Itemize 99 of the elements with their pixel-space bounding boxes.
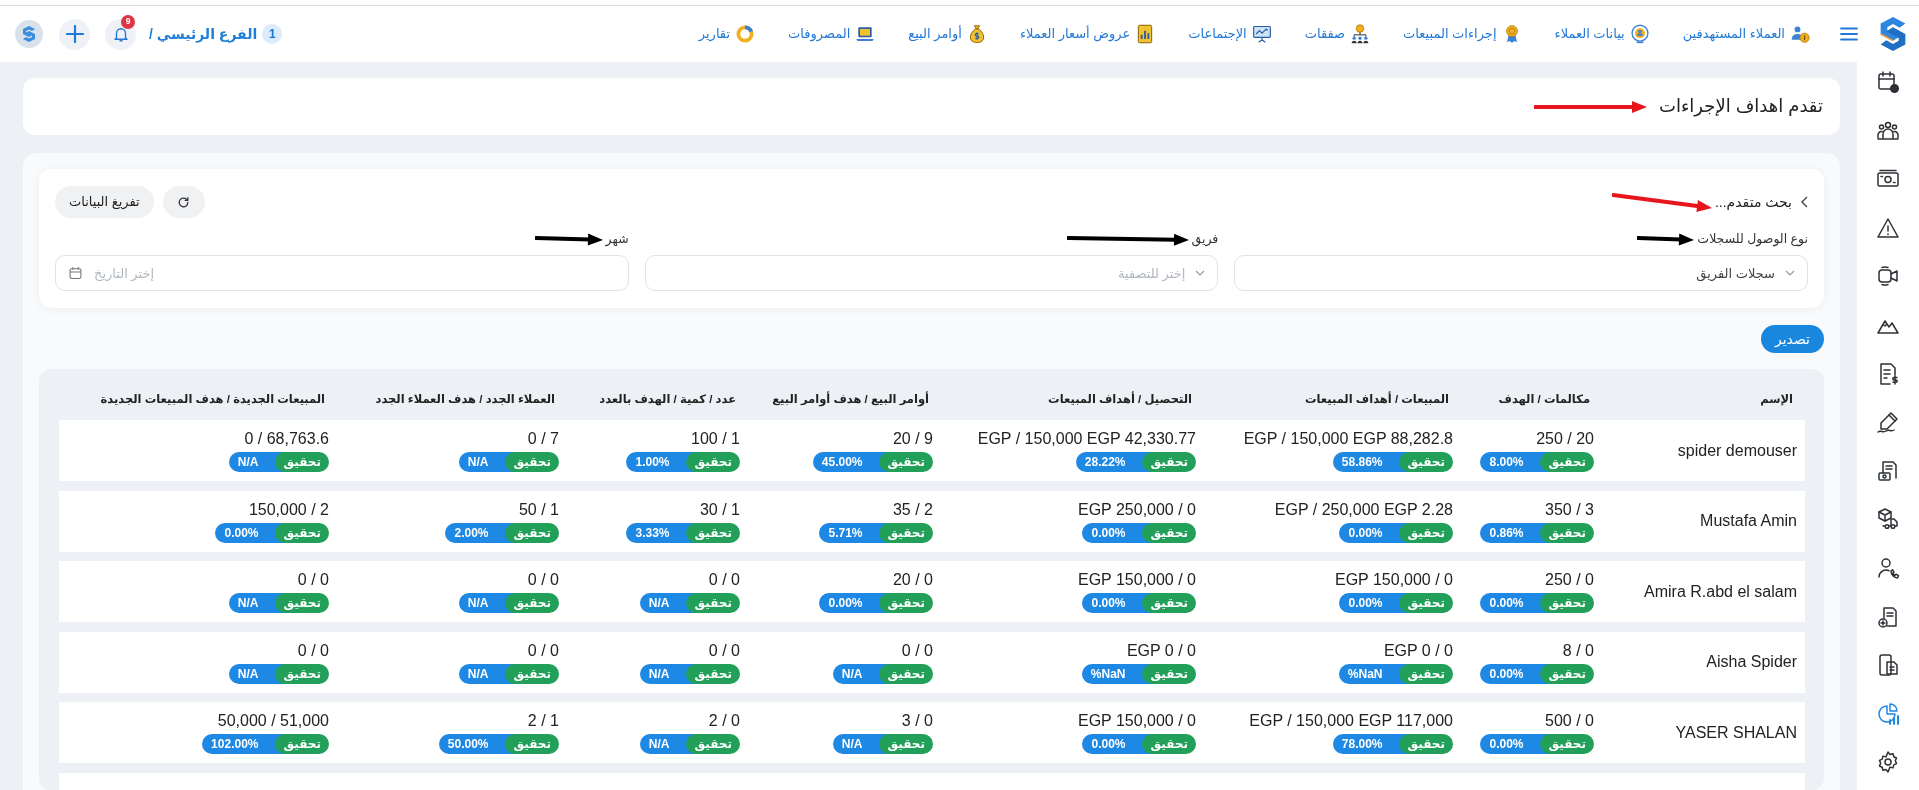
page-title: تقدم اهداف الإجراءات bbox=[1658, 95, 1823, 119]
chevron-down-icon bbox=[1785, 270, 1795, 276]
add-button[interactable] bbox=[59, 18, 90, 50]
document-add-icon[interactable] bbox=[1876, 604, 1900, 629]
cell-value: 350 / 3 bbox=[1545, 499, 1594, 520]
laptop-icon bbox=[855, 24, 876, 44]
cell-value: EGP / 150,000 EGP 42,330.77 bbox=[977, 429, 1196, 449]
select-field[interactable]: سجلات الفريق bbox=[1234, 255, 1808, 291]
cell-value: 500 / 0 bbox=[1545, 711, 1594, 731]
calendar-icon bbox=[69, 266, 82, 280]
nav-link[interactable]: تقارير bbox=[698, 24, 731, 44]
cell-value: 0 / 0 bbox=[527, 640, 559, 661]
cell-value: 250 / 20 bbox=[1536, 429, 1594, 449]
cell-value: 0 / 0 bbox=[297, 640, 329, 661]
cell-value: 0 / 0 bbox=[708, 570, 740, 590]
refresh-button[interactable] bbox=[162, 186, 205, 218]
cell-value: 20 / 9 bbox=[892, 429, 933, 449]
column-header: أوامر البيع / هدف أوامر البيع bbox=[772, 390, 929, 409]
team-coin-icon bbox=[1350, 24, 1371, 44]
cell-value: 100 / 1 bbox=[691, 429, 740, 449]
nav-link[interactable]: أوامر البيع bbox=[908, 24, 962, 44]
column-header: المبيعات / أهداف المبيعات bbox=[1304, 390, 1449, 407]
video-icon[interactable] bbox=[1876, 264, 1900, 289]
chevron-down-icon bbox=[1195, 270, 1206, 276]
cell-value: EGP 150,000 / 0 bbox=[1078, 570, 1196, 590]
menu-icon[interactable] bbox=[1840, 27, 1858, 41]
user-coin-icon bbox=[1790, 24, 1810, 44]
branch-count-badge: 1 bbox=[262, 24, 283, 44]
notification-badge: 9 bbox=[121, 14, 135, 29]
date-field[interactable]: إختر التاريخ bbox=[55, 255, 629, 291]
cell-value: 50,000 / 51,000 bbox=[217, 711, 329, 731]
column-header: عدد / كمية / الهدف بالعدد bbox=[599, 391, 736, 408]
branch-selector[interactable]: الفرع الرئيسي / bbox=[149, 23, 258, 45]
person-name: YASER SHALAN bbox=[1675, 722, 1797, 743]
person-name: Mustafa Amin bbox=[1700, 511, 1797, 531]
nav-link[interactable]: صفقات bbox=[1304, 24, 1346, 44]
chevron-left-icon[interactable] bbox=[1800, 196, 1808, 208]
cell-value: EGP 150,000 / 0 bbox=[1335, 570, 1453, 590]
donut-chart-icon bbox=[735, 24, 756, 44]
cell-value: EGP 150,000 / 0 bbox=[1078, 711, 1196, 731]
cell-value: EGP 0 / 0 bbox=[1383, 640, 1453, 661]
cell-value: EGP / 150,000 EGP 117,000 bbox=[1249, 711, 1453, 731]
column-header: التحصيل / أهداف المبيعات bbox=[1048, 390, 1192, 407]
advanced-search-toggle[interactable]: بحث متقدم... bbox=[1714, 191, 1792, 213]
chart-icon[interactable] bbox=[1876, 701, 1900, 726]
export-button[interactable]: تصدير bbox=[1761, 325, 1824, 353]
calendar-icon[interactable] bbox=[1876, 70, 1900, 94]
column-header: المبيعات الجديدة / هدف المبيعات الجديدة bbox=[100, 391, 325, 407]
document-cash-icon[interactable] bbox=[1876, 458, 1900, 483]
nav-link[interactable]: عروض أسعار العملاء bbox=[1019, 24, 1131, 44]
nav-link[interactable]: إجراءات المبيعات bbox=[1403, 24, 1497, 44]
logo-icon[interactable] bbox=[15, 20, 43, 48]
person-name: spider demouser bbox=[1677, 440, 1797, 461]
column-header: الإسم bbox=[1760, 391, 1793, 408]
cell-value: 250 / 0 bbox=[1545, 570, 1594, 590]
phone-document-icon[interactable] bbox=[1876, 653, 1900, 678]
clear-button[interactable]: تفريغ البيانات bbox=[55, 186, 154, 218]
notifications-button[interactable]: 9 bbox=[105, 18, 136, 50]
cell-value: EGP / 250,000 EGP 2.28 bbox=[1274, 499, 1453, 520]
cell-value: 0 / 0 bbox=[708, 640, 740, 661]
nav-link[interactable]: العملاء المستهدفين bbox=[1682, 24, 1785, 44]
cell-value: 2 / 0 bbox=[708, 711, 740, 731]
person-name: Amira R.abd el salam bbox=[1644, 581, 1797, 602]
cell-value: EGP 0 / 0 bbox=[1126, 640, 1196, 661]
user-circle-icon bbox=[1629, 24, 1650, 44]
cell-value: 3 / 0 bbox=[901, 711, 933, 731]
person-name: Aisha Spider bbox=[1706, 652, 1797, 672]
field-label: نوع الوصول للسجلات bbox=[1697, 230, 1808, 249]
warning-icon[interactable] bbox=[1876, 215, 1900, 240]
cell-value: 2 / 1 bbox=[527, 711, 559, 731]
truck-icon[interactable] bbox=[1876, 507, 1900, 532]
cell-value: 30 / 1 bbox=[699, 499, 740, 520]
cell-value: 0 / 0 bbox=[297, 570, 329, 590]
cell-value: 0 / 68,763.6 bbox=[244, 429, 329, 449]
cell-value: 50 / 1 bbox=[518, 499, 559, 520]
cell-value: 20 / 0 bbox=[892, 570, 933, 590]
cell-value: 0 / 0 bbox=[527, 570, 559, 590]
cell-value: 35 / 2 bbox=[892, 499, 933, 520]
cell-value: 0 / 7 bbox=[527, 429, 559, 449]
plus-icon bbox=[65, 25, 84, 43]
bell-icon bbox=[111, 25, 130, 43]
field-label: فريق bbox=[1191, 230, 1219, 249]
cell-value: 8 / 0 bbox=[1562, 640, 1594, 661]
settings-icon[interactable] bbox=[1876, 750, 1900, 775]
field-label: شهر bbox=[605, 230, 629, 249]
presentation-board-icon bbox=[1251, 24, 1272, 44]
nav-link[interactable]: الإجتماعات bbox=[1188, 24, 1247, 44]
cell-value: EGP 250,000 / 0 bbox=[1078, 499, 1196, 520]
refresh-icon bbox=[177, 195, 191, 209]
nav-link[interactable]: بيانات العملاء bbox=[1554, 24, 1625, 44]
select-field[interactable]: إختر للتصفية bbox=[644, 255, 1219, 291]
user-phone-icon[interactable] bbox=[1876, 555, 1900, 580]
cell-value: 0 / 0 bbox=[901, 640, 933, 661]
cell-value: EGP / 150,000 EGP 88,282.8 bbox=[1243, 429, 1453, 449]
column-header: مكالمات / الهدف bbox=[1498, 391, 1590, 408]
cell-value: 150,000 / 2 bbox=[248, 499, 329, 520]
pen-icon[interactable] bbox=[1876, 410, 1900, 435]
column-header: العملاء الجدد / هدف العملاء الجدد bbox=[375, 391, 555, 407]
nav-link[interactable]: المصروفات bbox=[788, 24, 851, 44]
